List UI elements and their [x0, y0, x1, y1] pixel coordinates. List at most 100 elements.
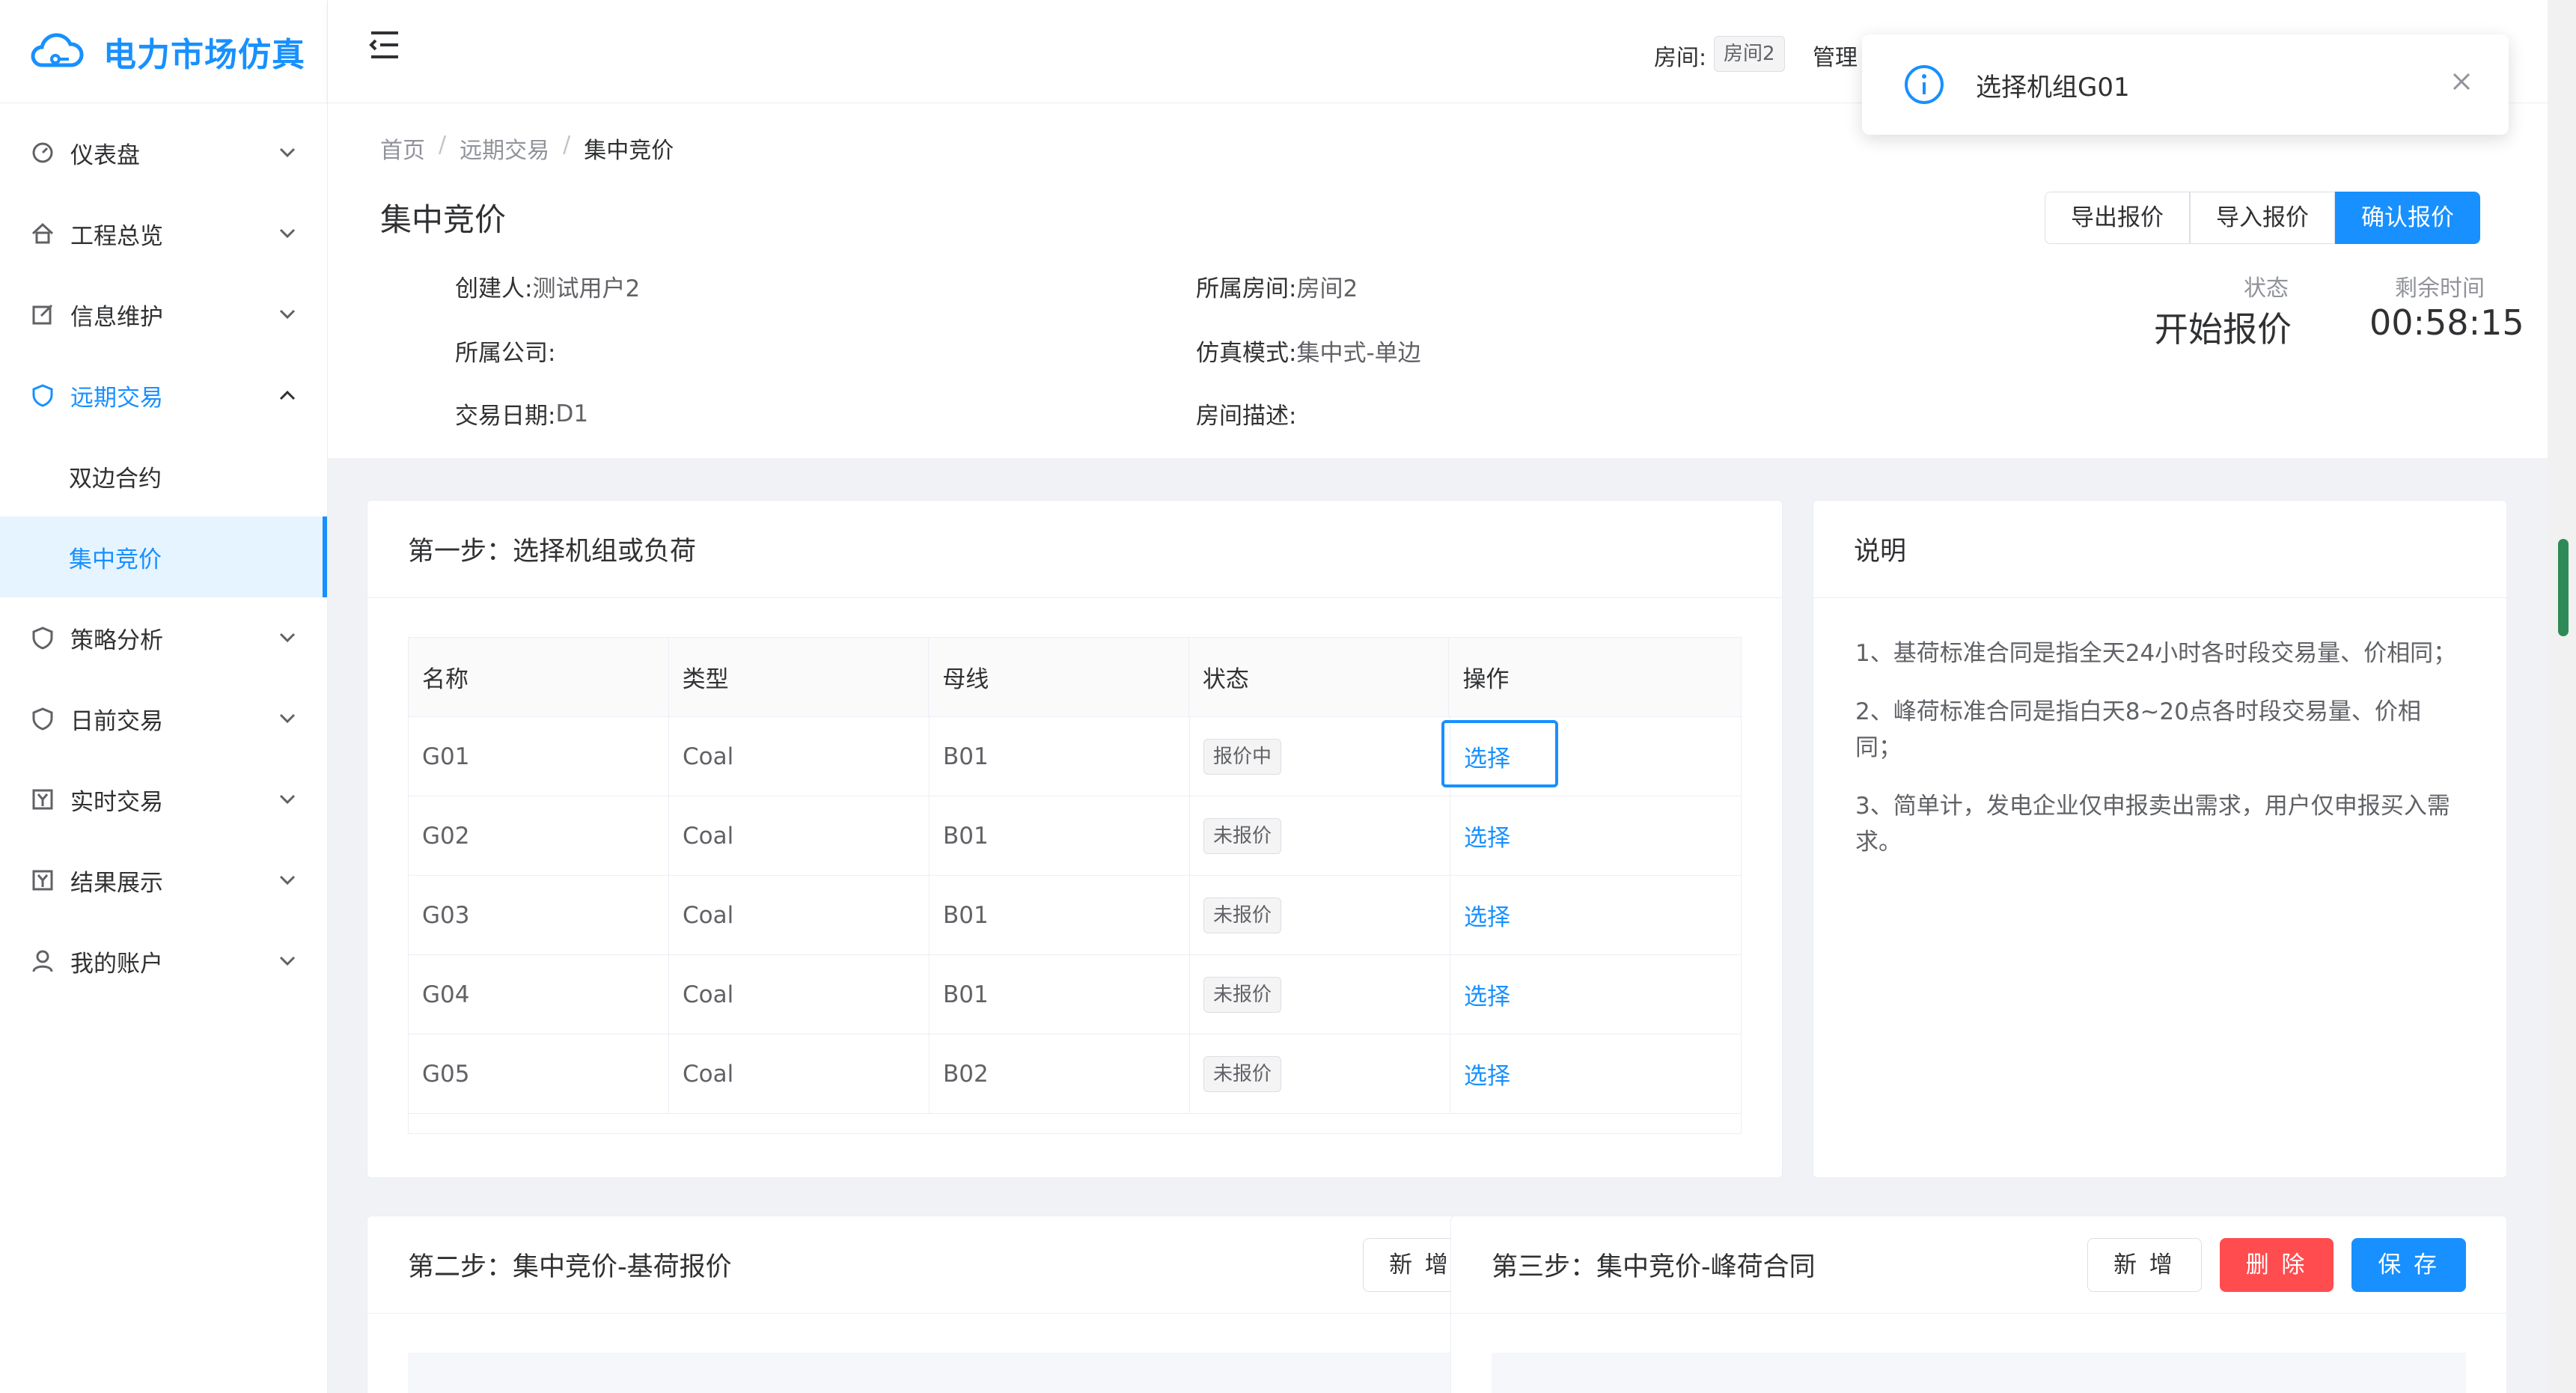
- notification: 选择机组G01: [1862, 34, 2509, 135]
- chevron-down-icon: [278, 951, 297, 971]
- cell-name: G04: [409, 955, 669, 1034]
- cell-status: 未报价: [1190, 796, 1450, 875]
- save-button[interactable]: 保 存: [2351, 1237, 2466, 1292]
- room-info-label: 所属房间:: [1196, 275, 1297, 302]
- cell-type: Coal: [669, 1034, 930, 1113]
- cell-name: G01: [409, 717, 669, 796]
- sidebar-item-label: 我的账户: [70, 950, 163, 978]
- status-badge: 未报价: [1203, 1055, 1282, 1092]
- info-room: 所属房间: 房间2: [1196, 269, 1358, 303]
- company-label: 所属公司:: [455, 340, 556, 367]
- sidebar-item-dashboard[interactable]: 仪表盘: [0, 112, 327, 193]
- explain-line: 3、简单计，发电企业仅申报卖出需求，用户仅申报买入需求。: [1855, 793, 2450, 856]
- sidebar-item-results[interactable]: 结果展示: [0, 840, 327, 921]
- sidebar-item-day-ahead[interactable]: 日前交易: [0, 678, 327, 759]
- select-link[interactable]: 选择: [1464, 898, 1510, 932]
- shield-icon: [30, 625, 55, 650]
- shield-icon: [30, 706, 55, 731]
- brand[interactable]: 电力市场仿真: [0, 0, 327, 103]
- sidebar-item-account[interactable]: 我的账户: [0, 921, 327, 1002]
- sidebar-item-realtime[interactable]: 实时交易: [0, 759, 327, 840]
- cell-status: 报价中: [1190, 717, 1450, 796]
- window-scrollbar[interactable]: [2548, 0, 2576, 1393]
- sidebar-item-info[interactable]: 信息维护: [0, 274, 327, 355]
- date-value: D1: [555, 400, 589, 427]
- home-icon: [30, 221, 55, 246]
- explain-title: 说明: [1854, 537, 1907, 567]
- breadcrumb-forward[interactable]: 远期交易: [460, 132, 549, 165]
- sidebar-item-label: 工程总览: [70, 222, 163, 250]
- cell-action: 选择: [1450, 1034, 1711, 1113]
- manage-link[interactable]: 管理: [1813, 39, 1858, 72]
- select-link[interactable]: 选择: [1464, 978, 1510, 1011]
- chevron-down-icon: [278, 790, 297, 809]
- sidebar-item-label: 日前交易: [70, 707, 163, 735]
- chevron-up-icon: [278, 385, 297, 405]
- breadcrumb-separator: /: [439, 132, 447, 158]
- creator-label: 创建人:: [455, 275, 533, 302]
- import-quote-button[interactable]: 导入报价: [2190, 192, 2335, 244]
- page-header: 首页 / 远期交易 / 集中竞价 集中竞价 创建人: 测试用户2 所属房间: 房…: [328, 103, 2548, 458]
- dashboard-icon: [30, 140, 55, 165]
- table-row: G03 Coal B01 未报价 选择: [409, 876, 1741, 955]
- col-type: 类型: [669, 638, 930, 716]
- sidebar-item-forward-trade[interactable]: 远期交易: [0, 355, 327, 436]
- sidebar-item-label: 信息维护: [70, 303, 163, 331]
- col-name: 名称: [409, 638, 669, 716]
- info-date: 交易日期: D1: [455, 397, 588, 430]
- sidebar-item-overview[interactable]: 工程总览: [0, 193, 327, 274]
- sidebar-item-label: 远期交易: [70, 384, 163, 412]
- chevron-down-icon: [278, 871, 297, 890]
- select-link[interactable]: 选择: [1464, 819, 1510, 853]
- status-badge: 未报价: [1203, 976, 1282, 1013]
- breadcrumb-separator: /: [563, 132, 571, 158]
- add-button[interactable]: 新 增: [2087, 1237, 2202, 1292]
- creator-value: 测试用户2: [532, 275, 641, 302]
- sidebar: 电力市场仿真 仪表盘 工程总览 信息维护 远期交易 双边合约 集中竞价 策略分析…: [0, 0, 328, 1393]
- cell-status: 未报价: [1190, 955, 1450, 1034]
- info-desc: 房间描述:: [1196, 397, 1296, 430]
- cell-action: 选择: [1450, 876, 1711, 954]
- explain-card: 说明 1、基荷标准合同是指全天24小时各时段交易量、价相同； 2、峰荷标准合同是…: [1813, 500, 2507, 1178]
- col-action: 操作: [1462, 666, 1510, 693]
- status-label: 状态: [2244, 275, 2289, 302]
- step3-header: 第三步：集中竞价-峰荷合同 新 增 删 除 保 存: [1451, 1216, 2506, 1314]
- table-row: G02 Coal B01 未报价 选择: [409, 796, 1741, 876]
- close-icon[interactable]: [2450, 70, 2473, 93]
- remaining-label: 剩余时间: [2395, 275, 2485, 302]
- menu-fold-icon[interactable]: [367, 30, 401, 60]
- info-company: 所属公司:: [455, 334, 555, 368]
- sidebar-subitem-auction[interactable]: 集中竞价: [0, 516, 327, 597]
- date-label: 交易日期:: [455, 403, 556, 430]
- cloud-link-icon: [31, 32, 84, 67]
- app-root: 电力市场仿真 仪表盘 工程总览 信息维护 远期交易 双边合约 集中竞价 策略分析…: [0, 0, 2576, 1393]
- sidebar-subitem-bilateral[interactable]: 双边合约: [0, 436, 327, 516]
- select-link[interactable]: 选择: [1464, 1057, 1510, 1091]
- cell-name: G03: [409, 876, 669, 954]
- export-quote-button[interactable]: 导出报价: [2045, 192, 2190, 244]
- shield-icon: [30, 382, 55, 408]
- confirm-quote-button[interactable]: 确认报价: [2335, 192, 2480, 244]
- delete-button[interactable]: 删 除: [2219, 1237, 2334, 1292]
- status-badge: 报价中: [1203, 738, 1282, 775]
- sidebar-item-label: 仪表盘: [70, 141, 140, 169]
- room-info-value: 房间2: [1296, 275, 1358, 302]
- info-icon: [1905, 65, 1944, 104]
- unit-table: 名称 类型 母线 状态 操作 G01 Coal B01 报价中 选择 G02 C…: [408, 637, 1742, 1134]
- cell-action: 选择: [1450, 796, 1711, 875]
- yen-icon: [30, 868, 55, 893]
- focused-select-outline: [1441, 720, 1558, 787]
- notification-text: 选择机组G01: [1976, 72, 2130, 103]
- info-mode: 仿真模式: 集中式-单边: [1196, 334, 1421, 368]
- cell-bus: B02: [930, 1034, 1190, 1113]
- info-creator: 创建人: 测试用户2: [455, 269, 640, 303]
- explain-line: 1、基荷标准合同是指全天24小时各时段交易量、价相同；: [1855, 640, 2457, 667]
- col-bus: 母线: [929, 638, 1189, 716]
- breadcrumb-current: 集中竞价: [584, 138, 674, 164]
- breadcrumb: 首页 / 远期交易 / 集中竞价: [380, 132, 674, 165]
- sidebar-item-strategy[interactable]: 策略分析: [0, 597, 327, 678]
- breadcrumb-home[interactable]: 首页: [380, 132, 425, 165]
- chevron-down-icon: [278, 628, 297, 647]
- window-scroll-thumb[interactable]: [2558, 539, 2569, 636]
- sidebar-item-label: 结果展示: [70, 869, 163, 897]
